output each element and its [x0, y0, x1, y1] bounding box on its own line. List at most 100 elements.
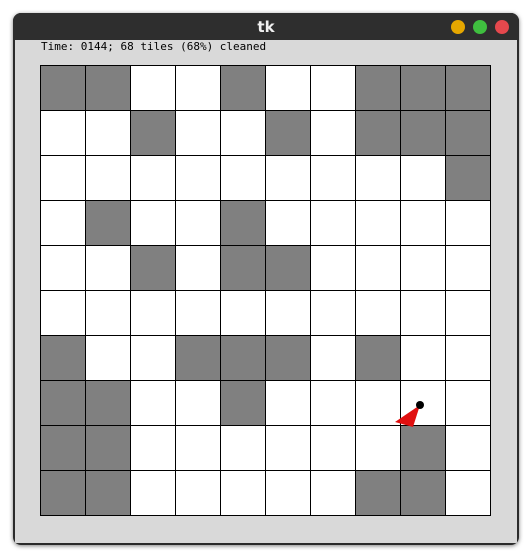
- clean-tile: [130, 470, 176, 516]
- dirty-tile: [220, 65, 266, 111]
- dirty-tile: [355, 470, 401, 516]
- maximize-button[interactable]: [473, 20, 487, 34]
- clean-tile: [355, 200, 401, 246]
- dirty-tile: [355, 335, 401, 381]
- clean-tile: [310, 290, 356, 336]
- clean-tile: [85, 155, 131, 201]
- clean-tile: [85, 245, 131, 291]
- clean-tile: [40, 155, 86, 201]
- dirty-tile: [265, 335, 311, 381]
- status-text: Time: 0144; 68 tiles (68%) cleaned: [41, 40, 267, 53]
- dirty-tile: [40, 380, 86, 426]
- clean-tile: [355, 380, 401, 426]
- clean-tile: [400, 290, 446, 336]
- clean-tile: [310, 110, 356, 156]
- dirty-tile: [85, 200, 131, 246]
- clean-tile: [445, 290, 491, 336]
- clean-tile: [175, 470, 221, 516]
- clean-tile: [355, 245, 401, 291]
- dirty-tile: [85, 470, 131, 516]
- clean-tile: [265, 200, 311, 246]
- dirty-tile: [265, 110, 311, 156]
- close-button[interactable]: [495, 20, 509, 34]
- dirty-tile: [355, 65, 401, 111]
- clean-tile: [310, 380, 356, 426]
- clean-tile: [310, 470, 356, 516]
- clean-tile: [175, 290, 221, 336]
- clean-tile: [400, 200, 446, 246]
- dirty-tile: [400, 110, 446, 156]
- clean-tile: [220, 290, 266, 336]
- dirty-tile: [40, 470, 86, 516]
- clean-tile: [220, 425, 266, 471]
- clean-tile: [175, 200, 221, 246]
- canvas-area: Time: 0144; 68 tiles (68%) cleaned: [15, 40, 517, 543]
- clean-tile: [220, 155, 266, 201]
- clean-tile: [310, 245, 356, 291]
- clean-tile: [355, 155, 401, 201]
- clean-tile: [220, 470, 266, 516]
- clean-tile: [40, 200, 86, 246]
- clean-tile: [175, 65, 221, 111]
- clean-tile: [175, 110, 221, 156]
- clean-tile: [445, 200, 491, 246]
- clean-tile: [40, 290, 86, 336]
- dirty-tile: [400, 425, 446, 471]
- clean-tile: [445, 425, 491, 471]
- clean-tile: [265, 425, 311, 471]
- clean-tile: [265, 155, 311, 201]
- clean-tile: [40, 110, 86, 156]
- clean-tile: [130, 155, 176, 201]
- clean-tile: [175, 380, 221, 426]
- clean-tile: [265, 380, 311, 426]
- dirty-tile: [40, 65, 86, 111]
- dirty-tile: [400, 470, 446, 516]
- dirty-tile: [85, 425, 131, 471]
- dirty-tile: [220, 335, 266, 381]
- clean-tile: [400, 380, 446, 426]
- clean-tile: [445, 335, 491, 381]
- clean-tile: [355, 425, 401, 471]
- dirty-tile: [40, 425, 86, 471]
- dirty-tile: [40, 335, 86, 381]
- dirty-tile: [265, 245, 311, 291]
- clean-tile: [310, 65, 356, 111]
- clean-tile: [310, 155, 356, 201]
- clean-tile: [85, 290, 131, 336]
- room-grid: [40, 65, 491, 516]
- minimize-button[interactable]: [451, 20, 465, 34]
- clean-tile: [310, 335, 356, 381]
- dirty-tile: [445, 65, 491, 111]
- title-bar[interactable]: tk: [13, 13, 519, 40]
- clean-tile: [265, 470, 311, 516]
- dirty-tile: [445, 155, 491, 201]
- clean-tile: [400, 245, 446, 291]
- dirty-tile: [85, 380, 131, 426]
- dirty-tile: [220, 380, 266, 426]
- clean-tile: [445, 380, 491, 426]
- clean-tile: [130, 65, 176, 111]
- dirty-tile: [220, 245, 266, 291]
- clean-tile: [310, 200, 356, 246]
- clean-tile: [175, 155, 221, 201]
- dirty-tile: [175, 335, 221, 381]
- clean-tile: [400, 155, 446, 201]
- clean-tile: [130, 335, 176, 381]
- app-window: tk Time: 0144; 68 tiles (68%) cleaned: [13, 13, 519, 545]
- clean-tile: [85, 110, 131, 156]
- dirty-tile: [445, 110, 491, 156]
- window-title: tk: [257, 18, 275, 36]
- clean-tile: [265, 290, 311, 336]
- clean-tile: [175, 245, 221, 291]
- dirty-tile: [400, 65, 446, 111]
- clean-tile: [130, 200, 176, 246]
- clean-tile: [130, 290, 176, 336]
- clean-tile: [130, 380, 176, 426]
- dirty-tile: [130, 110, 176, 156]
- clean-tile: [265, 65, 311, 111]
- dirty-tile: [220, 200, 266, 246]
- clean-tile: [175, 425, 221, 471]
- clean-tile: [130, 425, 176, 471]
- clean-tile: [445, 470, 491, 516]
- clean-tile: [40, 245, 86, 291]
